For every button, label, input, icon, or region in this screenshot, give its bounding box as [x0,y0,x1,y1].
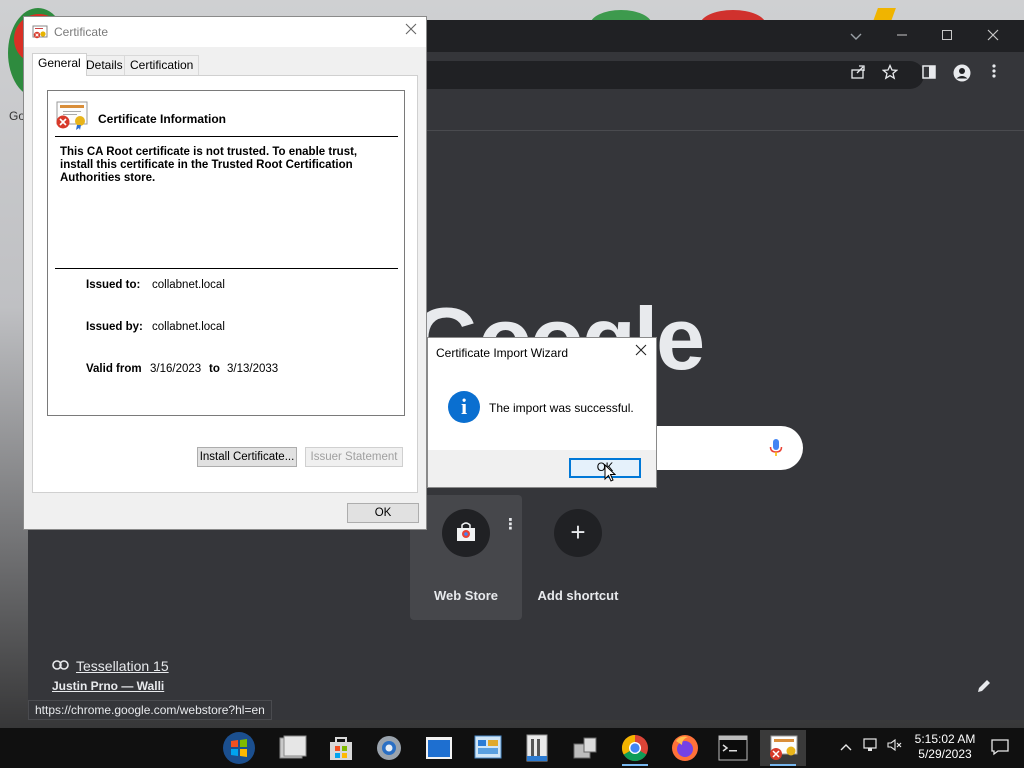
valid-from-label: Valid from [86,363,142,375]
tab-details[interactable]: Details [80,55,129,75]
control-panel-icon [474,735,502,759]
information-icon: i [448,391,480,423]
status-url-bubble: https://chrome.google.com/webstore?hl=en [28,700,272,720]
tab-certification-path[interactable]: Certification Path [124,55,200,90]
issued-to-value: collabnet.local [152,279,225,291]
valid-to-label: to [209,363,220,375]
customize-pencil-icon[interactable] [976,678,992,699]
wallpaper-author-link[interactable]: Justin Prno — Walli [52,679,164,693]
trust-warning-text: This CA Root certificate is not trusted.… [60,146,358,184]
plus-icon: + [554,509,602,557]
shortcut-menu-icon[interactable]: ⋮ [503,515,518,533]
start-button[interactable] [216,730,262,766]
firefox-icon [672,735,698,761]
gear-icon [377,736,401,760]
clock-date: 5/29/2023 [918,747,972,761]
tab-general[interactable]: General [32,53,87,76]
taskbar-devices[interactable] [562,730,608,766]
wallpaper-title-link[interactable]: Tessellation 15 [76,658,169,674]
taskbar: 5:15:02 AM 5/29/2023 [0,728,1024,768]
store-bag-icon [330,737,352,760]
window-app-icon [426,737,452,759]
taskbar-command-prompt[interactable] [710,730,756,766]
show-hidden-icons-chevron-icon[interactable] [837,738,855,756]
issued-by-value: collabnet.local [152,321,225,333]
issuer-statement-button[interactable]: Issuer Statement [305,447,403,467]
tab-search-icon[interactable] [846,26,866,46]
divider [55,136,398,137]
volume-muted-icon[interactable] [886,738,904,756]
taskbar-settings[interactable] [366,730,412,766]
maximize-icon[interactable] [937,26,957,46]
side-panel-icon[interactable] [919,64,939,84]
microphone-icon[interactable] [769,439,783,457]
valid-from-value: 3/16/2023 [150,363,202,375]
more-menu-icon[interactable] [984,64,1004,84]
dialog-title: Certificate [54,25,109,39]
shortcut-add[interactable]: + Add shortcut [522,495,634,620]
message-body: i The import was successful. [428,368,656,450]
notepad-icon [526,734,548,762]
folder-icon [279,735,307,759]
link-icon [52,660,69,670]
system-clock[interactable]: 5:15:02 AM 5/29/2023 [908,732,982,762]
dialog-title: Certificate Import Wizard [436,346,569,360]
close-icon[interactable] [632,343,650,361]
certificate-icon [32,25,48,39]
install-certificate-button[interactable]: Install Certificate... [197,447,297,467]
network-icon[interactable] [862,738,880,756]
taskbar-chrome[interactable] [612,730,658,766]
certificate-icon [770,735,798,760]
profile-avatar-icon[interactable] [952,64,972,84]
ok-button[interactable]: OK [347,503,419,523]
notification-center-icon[interactable] [990,738,1010,756]
shortcut-label: Web Store [433,588,499,603]
taskbar-store[interactable] [318,730,364,766]
terminal-icon [718,735,748,761]
chrome-icon [621,734,648,762]
untrusted-certificate-icon [56,101,88,130]
issued-to-label: Issued to: [86,279,141,291]
devices-icon [573,737,597,759]
taskbar-file-explorer[interactable] [270,730,316,766]
windows-orb-icon [223,732,255,764]
taskbar-control-panel[interactable] [465,730,511,766]
general-tab-panel: Certificate Information This CA Root cer… [32,75,418,493]
close-icon[interactable] [402,22,420,40]
bookmark-star-icon[interactable] [880,63,900,84]
close-window-icon[interactable] [983,26,1003,46]
import-wizard-dialog: Certificate Import Wizard i The import w… [427,337,657,488]
valid-to-value: 3/13/2033 [227,363,279,375]
taskbar-firefox[interactable] [662,730,708,766]
clock-time: 5:15:02 AM [914,732,976,746]
minimize-icon[interactable] [892,26,912,46]
shortcut-label: Add shortcut [537,588,619,603]
mouse-cursor-icon [604,464,616,482]
certificate-info-frame: Certificate Information This CA Root cer… [47,90,405,416]
success-message: The import was successful. [489,401,634,415]
certificate-dialog-titlebar[interactable]: Certificate [24,17,426,47]
import-wizard-titlebar[interactable]: Certificate Import Wizard [428,338,656,368]
certificate-information-heading: Certificate Information [98,112,227,126]
taskbar-window-app[interactable] [416,730,462,766]
divider [55,268,398,269]
taskbar-notepad[interactable] [514,730,560,766]
web-store-icon [442,509,490,557]
certificate-dialog: Certificate General Details Certificatio… [23,16,427,530]
issued-by-label: Issued by: [86,321,143,333]
share-icon[interactable] [848,64,868,84]
taskbar-certificate[interactable] [760,730,806,766]
